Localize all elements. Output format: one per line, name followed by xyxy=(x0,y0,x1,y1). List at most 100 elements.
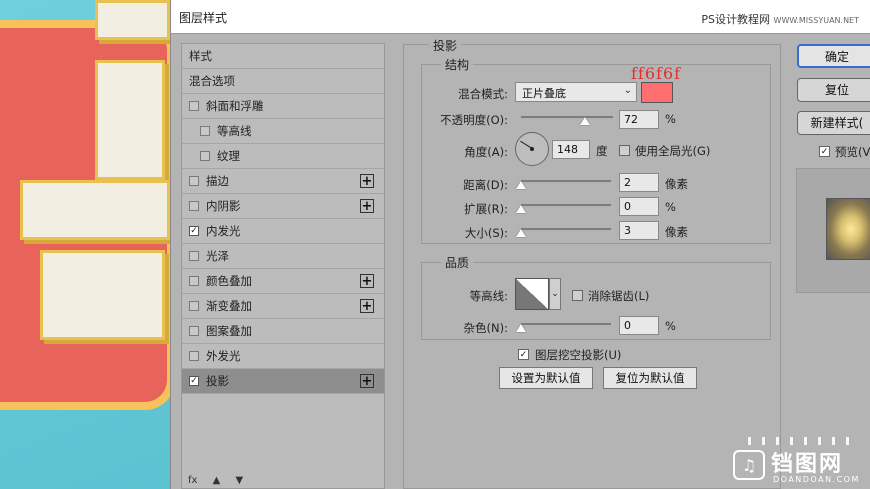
style-checkbox[interactable] xyxy=(189,326,199,336)
add-effect-icon[interactable]: + xyxy=(360,274,374,288)
reset-button[interactable]: 复位 xyxy=(797,78,870,102)
knockout-checkbox[interactable]: ✓ xyxy=(518,349,529,360)
style-checkbox[interactable] xyxy=(189,201,199,211)
add-effect-icon[interactable]: + xyxy=(360,374,374,388)
watermark-main: PS设计教程网 xyxy=(701,13,771,26)
blend-mode-select[interactable]: 正片叠底 ⌄ xyxy=(515,82,637,102)
preview-label: 预览(V xyxy=(835,145,870,159)
noise-label: 杂色(N): xyxy=(463,321,508,335)
dialog-titlebar[interactable]: 图层样式 PS设计教程网 WWW.MISSYUAN.NET xyxy=(171,0,870,34)
size-slider-thumb[interactable] xyxy=(516,229,526,237)
style-checkbox[interactable] xyxy=(189,176,199,186)
angle-input[interactable]: 148 xyxy=(552,140,590,159)
global-light-label: 使用全局光(G) xyxy=(635,144,711,158)
logo-subtext: DOANDOAN.COM xyxy=(773,475,860,484)
size-input[interactable]: 3 xyxy=(619,221,659,240)
style-list-item[interactable]: ✓ 内发光 xyxy=(182,219,384,244)
style-checkbox[interactable] xyxy=(189,276,199,286)
structure-title: 结构 xyxy=(441,56,474,73)
style-list-item[interactable]: 样式 xyxy=(182,44,384,69)
style-list-item[interactable]: 外发光 xyxy=(182,344,384,369)
opacity-slider-thumb[interactable] xyxy=(580,117,590,125)
distance-slider-track[interactable] xyxy=(521,180,611,182)
style-list-item-label: 颜色叠加 xyxy=(206,274,252,288)
global-light-checkbox[interactable] xyxy=(619,145,630,156)
style-list-item-label: 内发光 xyxy=(206,224,241,238)
size-unit: 像素 xyxy=(665,225,688,239)
style-list-item[interactable]: 等高线 xyxy=(182,119,384,144)
angle-label: 角度(A): xyxy=(464,145,508,159)
antialias-checkbox[interactable] xyxy=(572,290,583,301)
add-effect-icon[interactable]: + xyxy=(360,299,374,313)
style-list-item-label: 纹理 xyxy=(217,149,240,163)
style-list-item[interactable]: 混合选项 xyxy=(182,69,384,94)
angle-dial[interactable] xyxy=(515,132,549,166)
noise-slider-thumb[interactable] xyxy=(516,324,526,332)
add-effect-icon[interactable]: + xyxy=(360,199,374,213)
contour-curve-icon xyxy=(516,279,548,309)
distance-slider-thumb[interactable] xyxy=(516,181,526,189)
distance-input[interactable]: 2 xyxy=(619,173,659,192)
style-checkbox[interactable] xyxy=(189,351,199,361)
style-list-item-label: 样式 xyxy=(189,49,212,63)
chevron-down-icon[interactable]: ⌄ xyxy=(549,278,561,310)
angle-unit: 度 xyxy=(596,144,608,158)
style-checkbox[interactable] xyxy=(189,251,199,261)
style-checkbox[interactable] xyxy=(189,101,199,111)
opacity-slider-track[interactable] xyxy=(521,116,613,118)
artwork-block xyxy=(95,60,165,180)
set-default-button[interactable]: 设置为默认值 xyxy=(499,367,593,389)
style-list-item-label: 图案叠加 xyxy=(206,324,252,338)
style-list-item-label: 渐变叠加 xyxy=(206,299,252,313)
style-checkbox[interactable] xyxy=(189,301,199,311)
style-checkbox[interactable]: ✓ xyxy=(189,226,199,236)
watermark: PS设计教程网 WWW.MISSYUAN.NET xyxy=(701,11,859,27)
add-effect-icon[interactable]: + xyxy=(360,174,374,188)
style-list-item[interactable]: 内阴影 + xyxy=(182,194,384,219)
style-list-item[interactable]: 纹理 xyxy=(182,144,384,169)
style-list-footer: fx ▲ ▼ xyxy=(188,475,255,486)
spread-input[interactable]: 0 xyxy=(619,197,659,216)
distance-unit: 像素 xyxy=(665,177,688,191)
style-list-item[interactable]: 光泽 xyxy=(182,244,384,269)
size-slider-track[interactable] xyxy=(521,228,611,230)
style-checkbox[interactable] xyxy=(200,151,210,161)
style-list-item[interactable]: ✓ 投影 + xyxy=(182,369,384,394)
contour-picker[interactable] xyxy=(515,278,549,310)
antialias-label: 消除锯齿(L) xyxy=(588,289,650,303)
preview-checkbox[interactable]: ✓ xyxy=(819,146,830,157)
style-list-item-label: 描边 xyxy=(206,174,229,188)
spread-slider-track[interactable] xyxy=(521,204,611,206)
new-style-button[interactable]: 新建样式( xyxy=(797,111,870,135)
style-list-item[interactable]: 描边 + xyxy=(182,169,384,194)
noise-slider-track[interactable] xyxy=(521,323,611,325)
ok-button[interactable]: 确定 xyxy=(797,44,870,68)
style-list-item[interactable]: 图案叠加 xyxy=(182,319,384,344)
noise-input[interactable]: 0 xyxy=(619,316,659,335)
spread-slider-thumb[interactable] xyxy=(516,205,526,213)
style-list-item-label: 等高线 xyxy=(217,124,252,138)
style-checkbox[interactable] xyxy=(200,126,210,136)
preview-thumbnail xyxy=(826,198,870,260)
style-list-item-label: 外发光 xyxy=(206,349,241,363)
shadow-color-swatch[interactable] xyxy=(641,82,673,103)
style-list-item[interactable]: 渐变叠加 + xyxy=(182,294,384,319)
style-list-item-label: 光泽 xyxy=(206,249,229,263)
reset-default-button[interactable]: 复位为默认值 xyxy=(603,367,697,389)
size-label: 大小(S): xyxy=(464,226,508,240)
logo-decoration xyxy=(748,437,858,445)
contour-label: 等高线: xyxy=(469,289,508,303)
chevron-down-icon: ⌄ xyxy=(623,85,632,96)
style-checkbox[interactable]: ✓ xyxy=(189,376,199,386)
opacity-label: 不透明度(O): xyxy=(440,113,508,127)
style-list-item[interactable]: 斜面和浮雕 xyxy=(182,94,384,119)
logo-mark-icon: ♫ xyxy=(733,450,765,480)
move-down-icon[interactable]: ▼ xyxy=(236,475,244,486)
opacity-input[interactable]: 72 xyxy=(619,110,659,129)
style-list-item-label: 内阴影 xyxy=(206,199,241,213)
style-list-item[interactable]: 颜色叠加 + xyxy=(182,269,384,294)
fx-icon[interactable]: fx xyxy=(188,475,197,486)
opacity-unit: % xyxy=(665,112,676,126)
move-up-icon[interactable]: ▲ xyxy=(213,475,221,486)
blend-mode-value: 正片叠底 xyxy=(522,87,566,100)
